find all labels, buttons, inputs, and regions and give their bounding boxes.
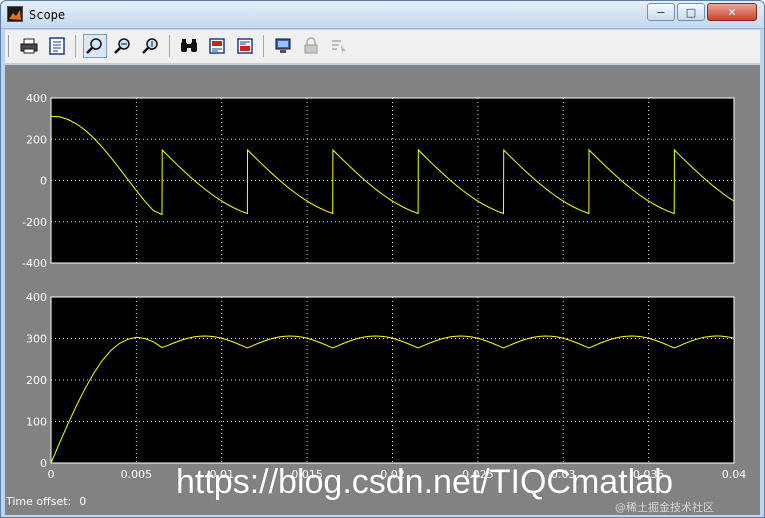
time-offset-label: Time offset: [6,495,72,508]
y-tick-label: 200 [26,133,47,146]
y-tick-label: 400 [26,92,47,105]
window-title: Scope [29,8,66,22]
scope-plot-area: 400 200 0 -200 -400 400 300 200 100 0 0 0.005 0.01 0.… [5,65,760,515]
lock-axes-icon [304,37,318,54]
floating-scope-button[interactable] [271,34,295,58]
parameters-icon [49,37,65,55]
autoscale-icon [181,39,197,52]
save-axes-button[interactable] [205,34,229,58]
maximize-button[interactable]: □ [677,3,705,21]
print-icon [20,38,38,54]
y-tick-label: -400 [22,257,47,270]
x-tick-label: 0.04 [722,468,747,481]
floating-scope-icon [275,38,291,53]
scope-window: Scope − □ ✕ 400 200 0 -200 -400 400 300 … [0,0,765,518]
title-bar[interactable]: Scope − □ ✕ [1,1,764,29]
zoom-button[interactable] [83,34,107,58]
watermark-sub: @稀土掘金技术社区 [615,501,714,514]
signal-selector-button[interactable] [327,34,351,58]
y-tick-label: 400 [26,291,47,304]
restore-axes-icon [237,38,253,54]
minimize-icon: − [656,5,666,19]
scope-axes-canvas: 4002000-200-40040030020010000 0.005 0.01 0.… [22,92,747,481]
toolbar [5,30,760,64]
zoom-y-button[interactable] [139,34,163,58]
time-offset-readout: Time offset: 0 [6,495,94,508]
x-tick-label: 0.005 [121,468,153,481]
toolbar-grip[interactable] [8,35,11,57]
y-tick-label: 200 [26,374,47,387]
y-tick-label: 0 [40,457,47,470]
toolbar-separator [75,35,76,57]
close-button[interactable]: ✕ [707,3,757,21]
zoom-icon [86,38,102,54]
minimize-button[interactable]: − [647,3,675,21]
matlab-app-icon [7,6,23,22]
lock-axes-button[interactable] [299,34,323,58]
watermark-url: https://blog.csdn.net/TIQCmatlab [176,463,674,501]
y-tick-label: 300 [26,333,47,346]
y-tick-label: 100 [26,416,47,429]
zoom-x-icon [114,38,130,54]
time-offset-value: 0 [79,495,87,508]
zoom-x-button[interactable] [111,34,135,58]
signal-selector-icon [332,40,346,54]
save-axes-icon [209,38,225,54]
x-tick-label: 0 [48,468,55,481]
zoom-y-icon [142,38,158,54]
y-tick-label: 0 [40,175,47,188]
maximize-icon: □ [685,5,697,19]
autoscale-button[interactable] [177,34,201,58]
restore-axes-button[interactable] [233,34,257,58]
close-icon: ✕ [727,5,737,19]
toolbar-separator [263,35,264,57]
y-tick-label: -200 [22,216,47,229]
print-button[interactable] [17,34,41,58]
parameters-button[interactable] [45,34,69,58]
toolbar-separator [169,35,170,57]
